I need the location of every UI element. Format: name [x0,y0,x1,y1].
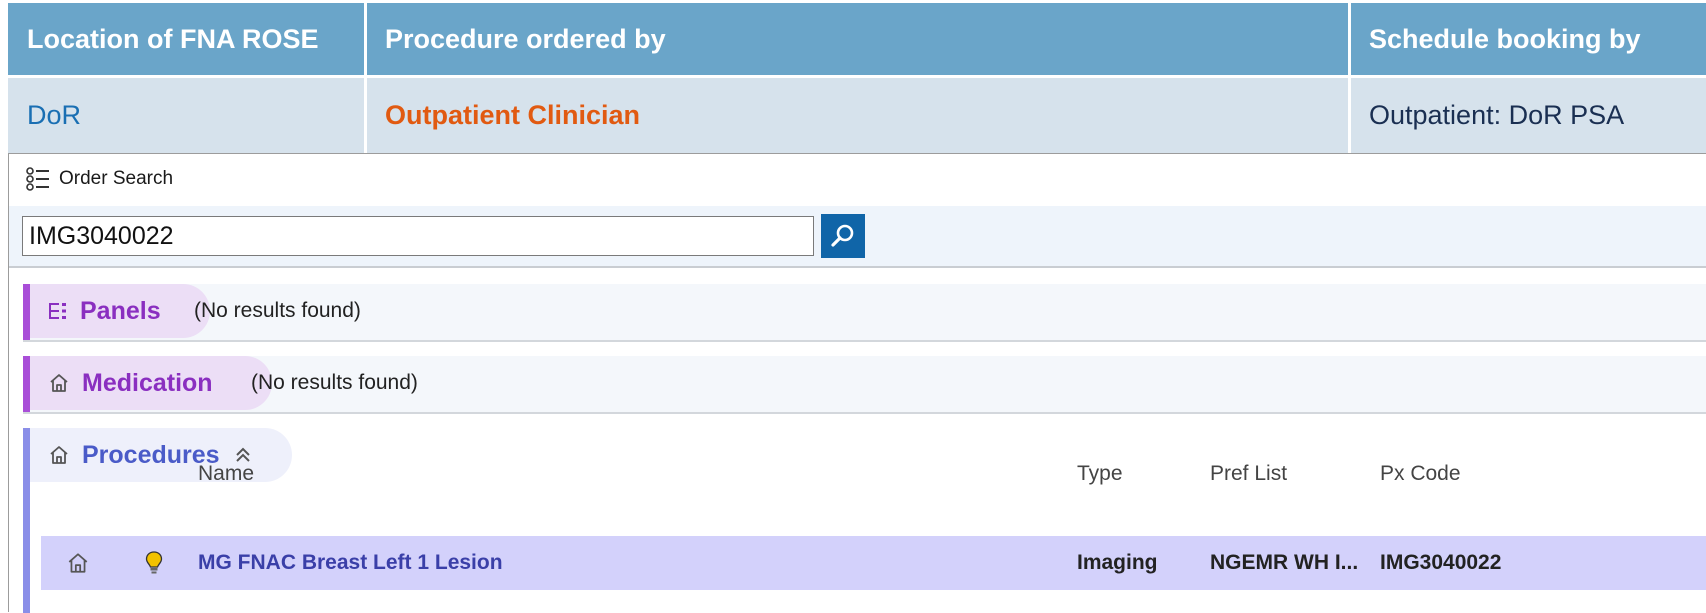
house-icon [66,536,90,590]
info-table: Location of FNA ROSE Procedure ordered b… [8,3,1706,153]
header-location: Location of FNA ROSE [27,23,319,54]
search-icon [831,224,854,247]
list-icon [26,167,49,191]
column-divider [1348,3,1351,153]
order-search-panel: Order Search IMG3040022 Panels (No resul… [8,153,1706,613]
panels-status: (No results found) [194,299,361,322]
result-type: Imaging [1077,551,1158,574]
result-px-code: IMG3040022 [1380,551,1502,574]
panels-label: Panels [80,296,161,325]
section-accent-bar [23,428,30,613]
section-accent-bar [23,284,30,340]
column-header-type: Type [1077,462,1123,485]
cell-ordered-by: Outpatient Clinician [385,100,641,130]
section-medication: Medication (No results found) [23,356,1706,414]
search-bar [9,206,1706,268]
medication-tab[interactable]: Medication [30,356,272,410]
panel-list-icon [48,301,68,321]
cell-location: DoR [27,100,82,130]
column-divider [364,3,367,153]
column-header-pref-list: Pref List [1210,462,1288,485]
header-booking-by: Schedule booking by [1369,23,1641,54]
table-row[interactable]: MG FNAC Breast Left 1 Lesion Imaging NGE… [41,536,1706,590]
result-name[interactable]: MG FNAC Breast Left 1 Lesion [198,536,503,590]
medication-status: (No results found) [251,371,418,394]
column-header-name: Name [198,462,255,485]
result-pref-list: NGEMR WH I... [1210,551,1359,574]
house-icon [48,372,70,394]
lightbulb-icon[interactable] [145,536,163,590]
column-header-px-code: Px Code [1380,462,1461,485]
search-input[interactable] [22,216,814,256]
table-data-row: DoR Outpatient Clinician Outpatient: DoR… [8,78,1706,153]
table-header-row: Location of FNA ROSE Procedure ordered b… [8,3,1706,75]
medication-label: Medication [82,368,213,397]
cell-booking-by: Outpatient: DoR PSA [1369,100,1625,130]
house-icon [48,444,70,466]
header-ordered-by: Procedure ordered by [385,23,666,54]
order-search-title: Order Search [59,168,174,189]
section-accent-bar [23,356,30,412]
order-search-header: Order Search [25,164,173,194]
search-button[interactable] [821,214,865,258]
panels-tab[interactable]: Panels [30,284,210,338]
section-panels: Panels (No results found) [23,284,1706,342]
